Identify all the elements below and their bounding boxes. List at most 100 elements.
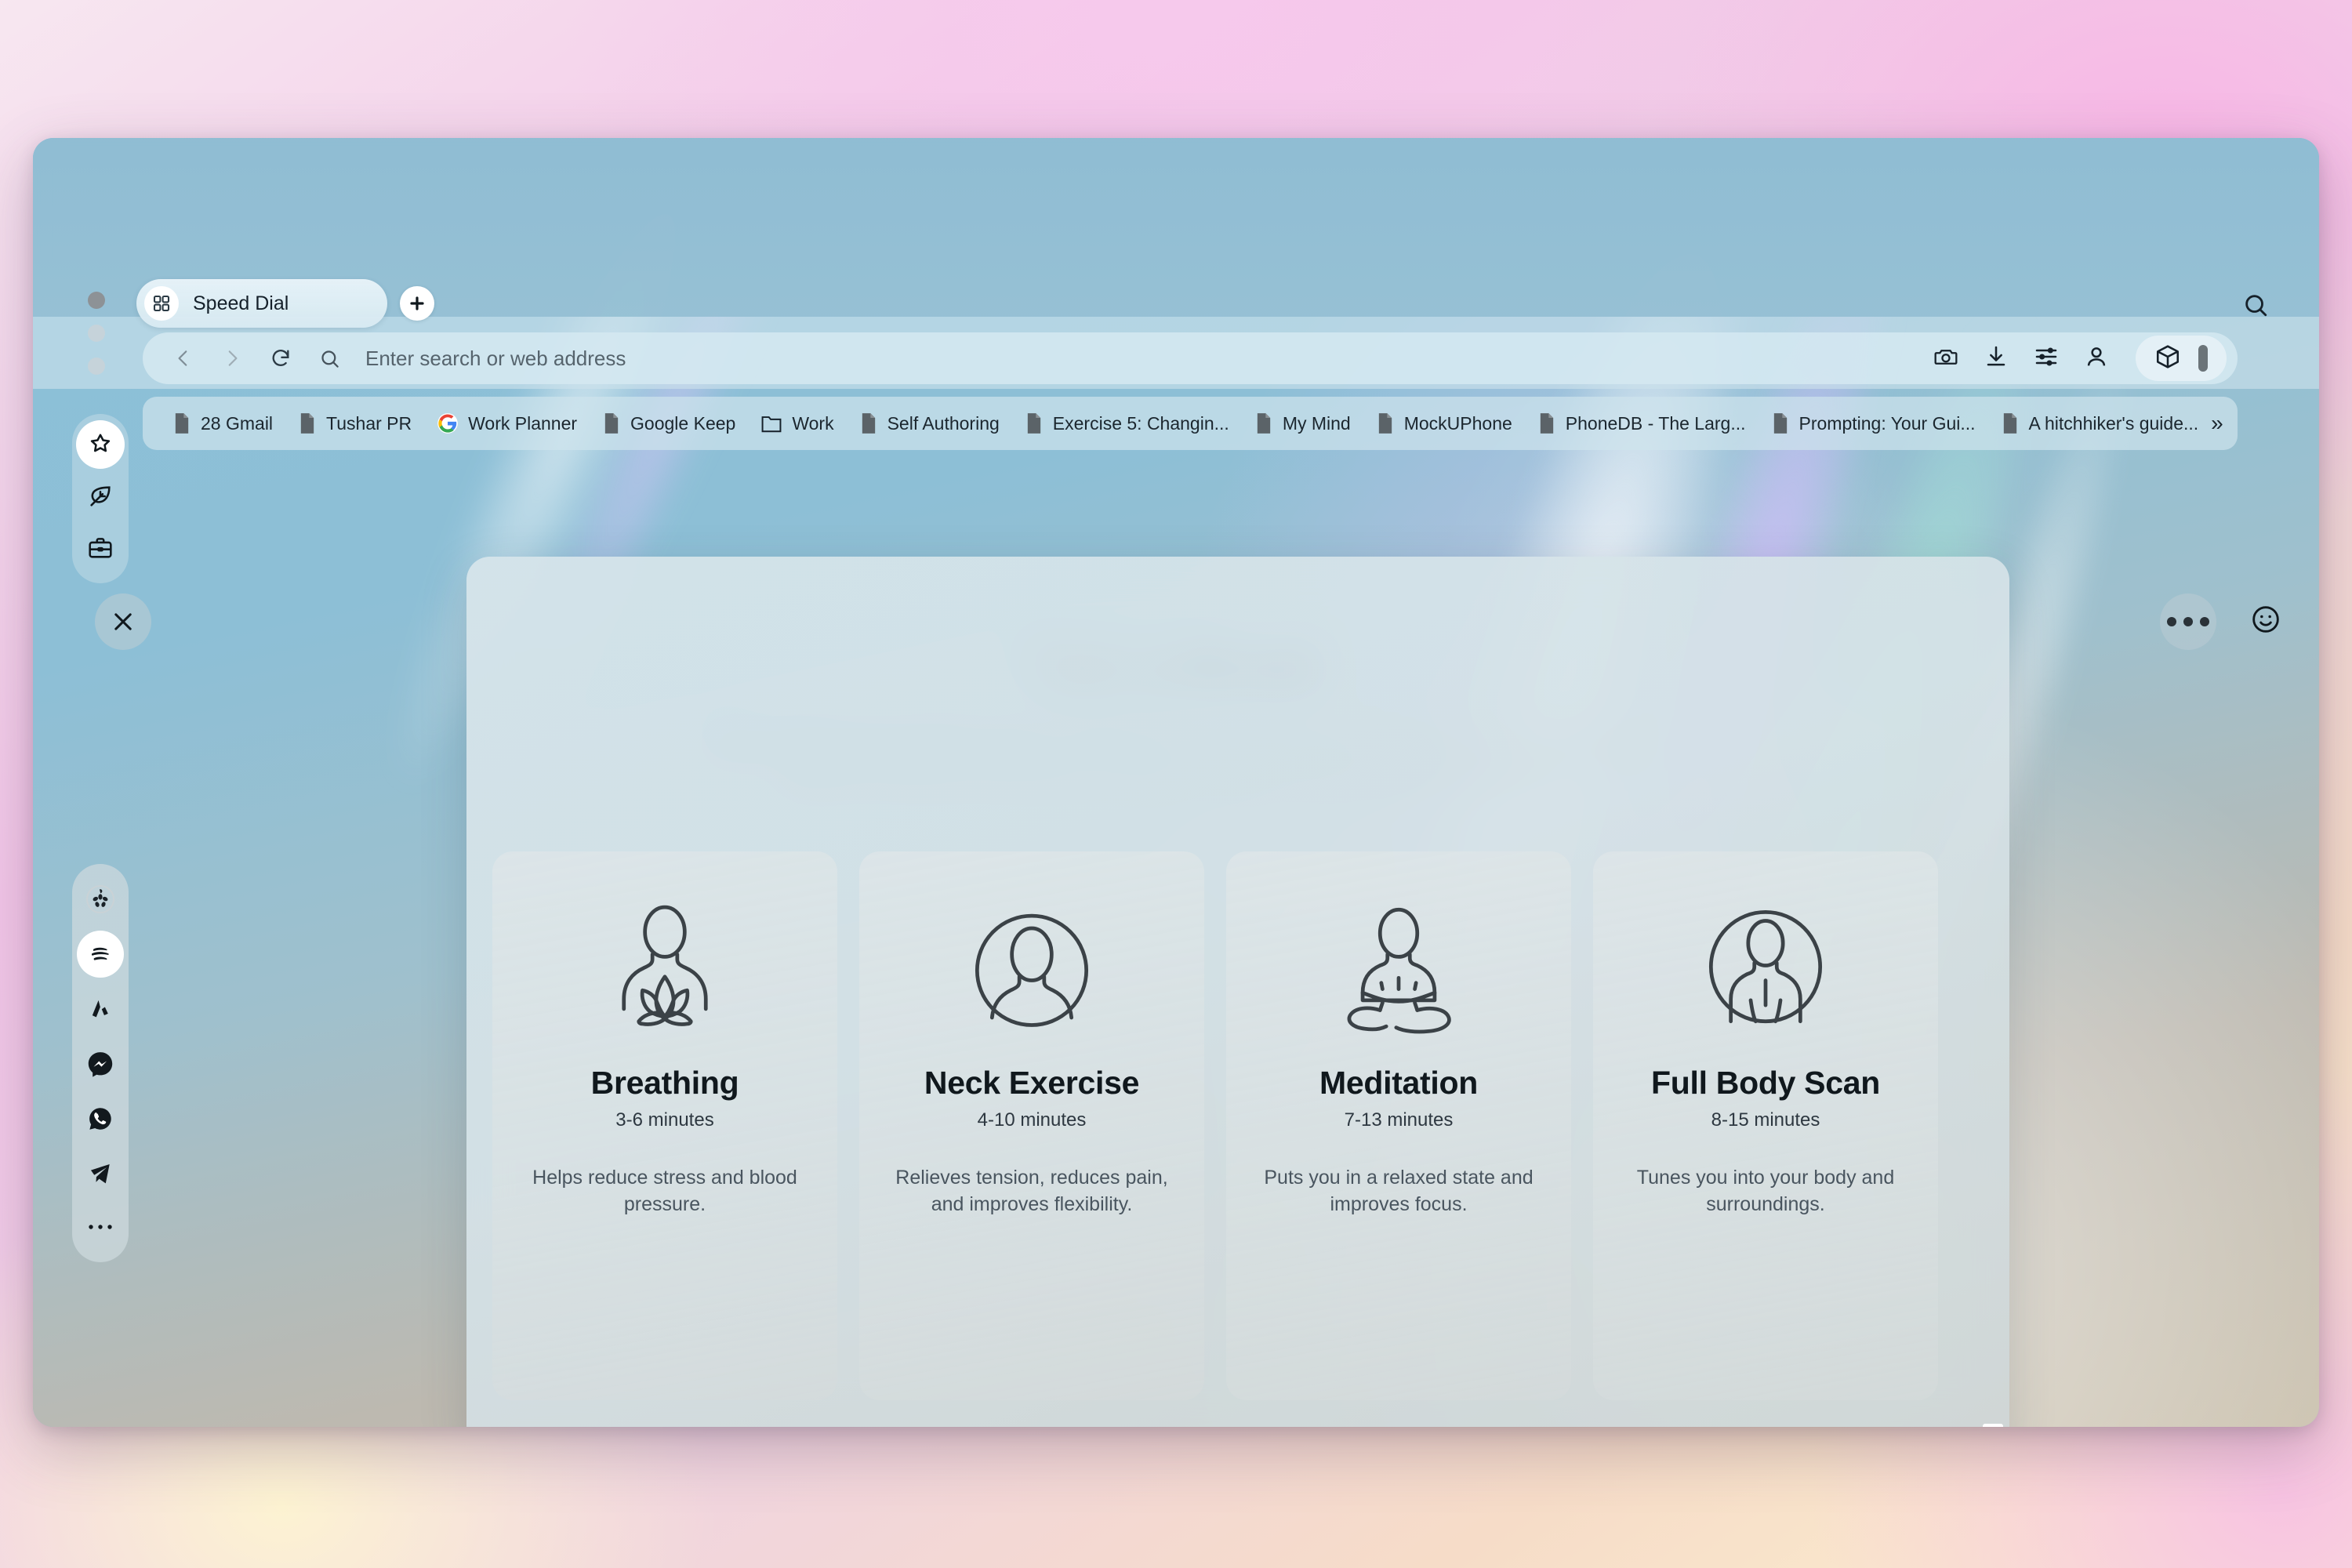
card-duration: 4-10 minutes [977,1109,1087,1131]
full-body-scan-icon [1691,892,1840,1054]
messenger-icon [88,1052,113,1077]
bookmark-label: PhoneDB - The Larg... [1565,412,1746,434]
card-description: Tunes you into your body and surrounding… [1636,1167,1895,1215]
bookmark-label: Work [792,412,834,434]
page-icon [1773,413,1787,434]
sidebar-item-workspaces[interactable] [76,522,125,574]
search-input[interactable]: Enter search or web address [365,347,1926,371]
bookmark-label: A hitchhiker's guide... [2028,412,2199,434]
page-icon [604,413,619,434]
page-icon [175,413,189,434]
sidebar-item-music[interactable] [76,927,125,982]
exercise-card-meditation[interactable]: Meditation 7-13 minutes Puts you in a re… [1226,851,1571,1400]
bookmark-item[interactable]: Google Keep [590,403,748,444]
desktop-wallpaper: Speed Dial Enter search or web address 2… [0,0,2352,1568]
sidebar-item-favorites[interactable] [76,419,125,470]
bookmark-label: 28 Gmail [201,412,274,434]
star-icon [90,434,111,452]
bookmark-item[interactable]: MockUPhone [1363,403,1525,444]
sidebar-item-messenger[interactable] [76,1036,125,1091]
tab-search-button[interactable] [2242,292,2269,322]
tab-speed-dial[interactable]: Speed Dial [136,279,387,328]
sidebar-top [72,414,129,583]
sidebar-item-more[interactable] [76,1201,125,1256]
google-icon [437,413,458,434]
bookmark-item[interactable]: Exercise 5: Changin... [1012,403,1242,444]
card-duration: 8-15 minutes [1711,1109,1820,1131]
window-minimize-button[interactable] [88,325,105,342]
smiley-button[interactable] [2250,604,2281,639]
bookmark-item[interactable]: Work [748,403,846,444]
page-icon [1378,413,1392,434]
page-icon [1540,413,1553,434]
telegram-icon [90,1163,110,1184]
page-icon [2003,413,2016,434]
bookmarks-overflow-button[interactable]: » [2211,411,2228,436]
briefcase-icon [89,538,112,558]
camera-icon[interactable] [1933,344,1958,373]
bookmark-item[interactable]: My Mind [1242,403,1363,444]
more-dots-icon [87,1221,114,1236]
bookmark-item[interactable]: A hitchhiker's guide... [1988,403,2212,444]
search-icon [309,338,350,379]
page-icon [862,413,875,434]
meditation-icon [1324,892,1473,1054]
page-icon [300,413,314,434]
sidebar-item-telegram[interactable] [76,1146,125,1201]
card-title: Full Body Scan [1651,1065,1880,1101]
cube-icon[interactable] [2154,343,2181,374]
address-bar[interactable]: Enter search or web address [143,332,2238,384]
new-tab-button[interactable] [400,286,434,321]
sidebar-item-player[interactable] [76,872,125,927]
resize-handle[interactable] [1983,1424,2003,1427]
exercise-card-breathing[interactable]: Breathing 3-6 minutes Helps reduce stres… [492,851,837,1400]
bookmark-item[interactable]: 28 Gmail [160,403,285,444]
profile-icon[interactable] [2084,344,2109,373]
bookmark-item[interactable]: Self Authoring [847,403,1012,444]
bookmark-label: My Mind [1282,412,1351,434]
neck-exercise-icon [957,892,1106,1054]
breathing-lotus-icon [590,892,739,1054]
card-duration: 3-6 minutes [615,1109,714,1131]
whatsapp-icon [89,1108,111,1130]
page-icon [1257,413,1270,434]
window-controls[interactable] [88,292,105,390]
exercise-card-neck-exercise[interactable]: Neck Exercise 4-10 minutes Relieves tens… [859,851,1204,1400]
forward-arrow-icon[interactable] [212,338,252,379]
sidebar-item-whatsapp[interactable] [76,1091,125,1146]
bookmark-label: Work Planner [468,412,578,434]
window-maximize-button[interactable] [88,358,105,375]
bookmark-label: MockUPhone [1403,412,1512,434]
browser-window: Speed Dial Enter search or web address 2… [33,138,2319,1427]
exercise-card-full-body-scan[interactable]: Full Body Scan 8-15 minutes Tunes you in… [1593,851,1938,1400]
sidebar-item-apple-music[interactable] [76,982,125,1036]
download-icon[interactable] [1984,344,2009,373]
exercise-card-list: Breathing 3-6 minutes Helps reduce stres… [492,851,1982,1400]
card-title: Neck Exercise [924,1065,1140,1101]
settings-sliders-icon[interactable] [2034,344,2059,373]
ai-sidebar-toggle[interactable] [2136,336,2227,381]
reload-icon[interactable] [260,338,301,379]
bookmark-label: Tushar PR [326,412,412,434]
panel-icon[interactable] [2198,345,2208,372]
sidebar-item-eco-mode[interactable] [76,470,125,522]
bookmark-label: Prompting: Your Gui... [1798,412,1976,434]
card-description: Helps reduce stress and blood pressure. [532,1167,797,1215]
bookmark-label: Self Authoring [887,412,1000,434]
window-close-button[interactable] [88,292,105,309]
card-description: Puts you in a relaxed state and improves… [1264,1167,1534,1215]
bookmark-item[interactable]: PhoneDB - The Larg... [1525,403,1759,444]
card-title: Breathing [590,1065,739,1101]
smiley-icon [2252,606,2279,633]
card-title: Meditation [1319,1065,1478,1101]
music-waves-icon [91,947,109,960]
tab-title: Speed Dial [193,292,289,314]
bookmark-item[interactable]: Prompting: Your Gui... [1759,403,1988,444]
speed-dial-icon [144,286,179,321]
bookmark-item[interactable]: Work Planner [424,403,590,444]
back-arrow-icon[interactable] [163,338,204,379]
page-icon [1027,413,1040,434]
bookmark-item[interactable]: Tushar PR [285,403,424,444]
card-duration: 7-13 minutes [1344,1109,1454,1131]
close-icon [114,613,132,630]
